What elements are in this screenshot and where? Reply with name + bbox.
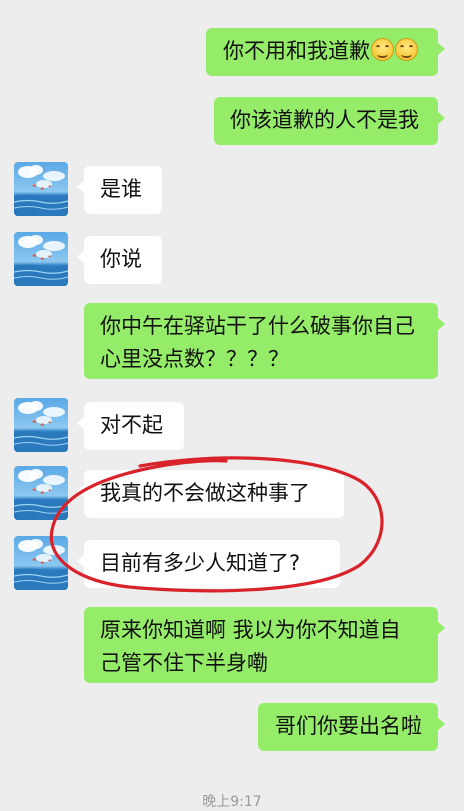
message-text: 哥们你要出名啦 bbox=[275, 714, 422, 738]
sky-clouds-sea-avatar-icon bbox=[14, 466, 68, 520]
message-text: 目前有多少人知道了? bbox=[100, 551, 301, 575]
message-text-line: 原来你知道啊 我以为你不知道自 bbox=[100, 618, 401, 642]
contact-avatar[interactable] bbox=[14, 162, 68, 216]
contact-avatar[interactable] bbox=[14, 232, 68, 286]
contact-avatar[interactable] bbox=[14, 466, 68, 520]
message-bubble-received[interactable]: 你说 bbox=[77, 236, 162, 284]
message-text: 对不起 bbox=[100, 413, 163, 437]
smiling-face-emoji-icon bbox=[371, 38, 394, 61]
message-bubble-received[interactable]: 对不起 bbox=[77, 402, 184, 450]
message-bubble-sent[interactable]: 你不用和我道歉 bbox=[206, 28, 445, 76]
message-bubble-sent[interactable]: 哥们你要出名啦 bbox=[258, 703, 445, 751]
sky-clouds-sea-avatar-icon bbox=[14, 232, 68, 286]
message-bubble-received[interactable]: 是谁 bbox=[77, 166, 162, 214]
contact-avatar[interactable] bbox=[14, 398, 68, 452]
sky-clouds-sea-avatar-icon bbox=[14, 398, 68, 452]
message-timestamp: 晚上9:17 bbox=[202, 794, 262, 810]
message-text-line: 你中午在驿站干了什么破事你自己 bbox=[100, 314, 415, 338]
message-text-line: 心里没点数？？？？ bbox=[100, 347, 289, 371]
message-text: 你该道歉的人不是我 bbox=[230, 108, 419, 132]
sky-clouds-sea-avatar-icon bbox=[14, 536, 68, 590]
message-bubble-sent[interactable]: 你中午在驿站干了什么破事你自己 心里没点数？？？？ bbox=[84, 303, 445, 379]
contact-avatar[interactable] bbox=[14, 536, 68, 590]
sky-clouds-sea-avatar-icon bbox=[14, 162, 68, 216]
message-bubble-sent[interactable]: 你该道歉的人不是我 bbox=[214, 97, 445, 145]
message-bubble-received[interactable]: 目前有多少人知道了? bbox=[77, 540, 340, 588]
message-bubble-sent[interactable]: 原来你知道啊 我以为你不知道自 己管不住下半身嘞 bbox=[84, 607, 445, 683]
message-text-line: 己管不住下半身嘞 bbox=[100, 651, 268, 675]
message-text: 你不用和我道歉 bbox=[223, 39, 370, 63]
message-text: 是谁 bbox=[100, 177, 142, 201]
message-text: 你说 bbox=[100, 247, 142, 271]
smiling-face-emoji-icon bbox=[395, 38, 418, 61]
message-text: 我真的不会做这种事了 bbox=[100, 481, 310, 505]
message-bubble-received[interactable]: 我真的不会做这种事了 bbox=[77, 470, 344, 518]
